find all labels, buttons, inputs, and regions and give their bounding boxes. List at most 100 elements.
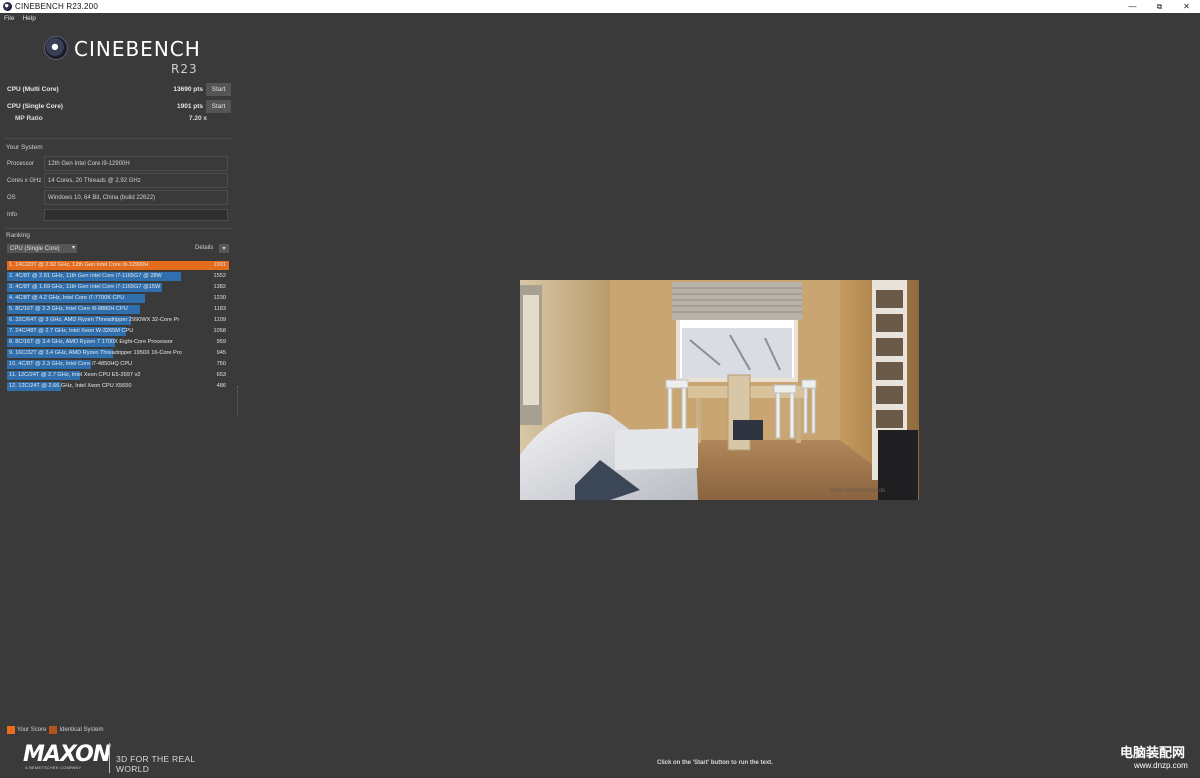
ranking-row[interactable]: 2. 4C/8T @ 2.81 GHz, 11th Gen Intel Core…: [7, 271, 229, 282]
multi-core-label: CPU (Multi Core): [7, 85, 59, 93]
site-watermark-cn: 电脑装配网: [1120, 746, 1186, 761]
system-value: Windows 10, 64 Bit, China (build 22622): [44, 190, 228, 205]
logo-version: R23: [171, 62, 198, 76]
system-key: Info: [7, 211, 18, 218]
minimize-button[interactable]: —: [1119, 0, 1146, 13]
menu-bar: File Help: [0, 13, 1200, 24]
ranking-label: 10. 4C/8T @ 2.3 GHz, Intel Core i7-4850H…: [9, 361, 133, 367]
render-scene: www.renderbaron.de: [520, 280, 919, 500]
cinebench-app-icon: [3, 2, 12, 11]
ranking-list: 1. 14C/20T @ 2.92 GHz, 12th Gen Intel Co…: [7, 260, 229, 392]
left-panel: CINEBENCH R23 CPU (Multi Core) 13690 pts…: [4, 26, 234, 776]
maxon-tagline: 3D FOR THE REAL WORLD: [116, 754, 196, 774]
chevron-down-icon: ▾: [222, 246, 226, 252]
ranking-row[interactable]: 3. 4C/8T @ 1.69 GHz, 11th Gen Intel Core…: [7, 282, 229, 293]
system-row-info: Info: [4, 207, 228, 222]
mp-ratio-value: 7.20 x: [188, 115, 207, 122]
ranking-row[interactable]: 10. 4C/8T @ 2.3 GHz, Intel Core i7-4850H…: [7, 359, 229, 370]
ranking-score: 1552: [213, 273, 226, 279]
title-bar: CINEBENCH R23.200 — ⧉ ✕: [0, 0, 1200, 13]
ranking-label: 4. 4C/8T @ 4.2 GHz, Intel Core i7-7700K …: [9, 295, 125, 301]
ranking-score: 750: [216, 361, 226, 367]
window-title: CINEBENCH R23.200: [15, 2, 98, 11]
cinebench-logo: CINEBENCH R23: [44, 33, 204, 76]
ranking-label: 11. 12C/24T @ 2.7 GHz, Intel Xeon CPU E5…: [9, 372, 141, 378]
system-value: 12th Gen Intel Core i9-12900H: [44, 156, 228, 171]
ranking-label: 2. 4C/8T @ 2.81 GHz, 11th Gen Intel Core…: [9, 273, 162, 279]
ranking-score: 959: [216, 339, 226, 345]
legend-identical-system: Identical System: [59, 727, 104, 733]
ranking-row[interactable]: 4. 4C/8T @ 4.2 GHz, Intel Core i7-7700K …: [7, 293, 229, 304]
ranking-row[interactable]: 12. 12C/24T @ 2.66 GHz, Intel Xeon CPU X…: [7, 381, 229, 392]
ranking-title: Ranking: [6, 232, 30, 239]
single-core-start-button[interactable]: Start: [206, 99, 231, 113]
render-preview-image: www.renderbaron.de: [520, 280, 919, 500]
ranking-row[interactable]: 11. 12C/24T @ 2.7 GHz, Intel Xeon CPU E5…: [7, 370, 229, 381]
divider: [4, 138, 232, 139]
info-input[interactable]: [44, 208, 228, 221]
logo-separator: [109, 743, 110, 773]
ranking-score: 1058: [213, 328, 226, 334]
maxon-logo: MAXON A NEMETSCHEK COMPANY 3D FOR THE RE…: [23, 740, 223, 774]
system-row-processor: Processor 12th Gen Intel Core i9-12900H: [4, 156, 228, 171]
ranking-score: 1230: [213, 295, 226, 301]
window-controls: — ⧉ ✕: [1119, 0, 1200, 13]
multi-core-score: 13690 pts: [173, 85, 203, 93]
site-watermark: 电脑装配网 www.dnzp.com: [1120, 742, 1198, 770]
multi-core-row: CPU (Multi Core) 13690 pts Start: [7, 82, 231, 96]
ranking-row[interactable]: 6. 32C/64T @ 3 GHz, AMD Ryzen Threadripp…: [7, 315, 229, 326]
ranking-label: 5. 8C/16T @ 2.3 GHz, Intel Core i9-9880H…: [9, 306, 128, 312]
site-watermark-url: www.dnzp.com: [1134, 761, 1188, 770]
maximize-button[interactable]: ⧉: [1146, 0, 1173, 13]
single-core-score: 1901 pts: [176, 102, 203, 110]
ranking-row[interactable]: 8. 8C/16T @ 3.4 GHz, AMD Ryzen 7 1700X E…: [7, 337, 229, 348]
system-key: Cores x GHz: [7, 177, 42, 184]
menu-help[interactable]: Help: [22, 15, 35, 22]
details-dropdown-button[interactable]: ▾: [219, 244, 229, 253]
ranking-label: 1. 14C/20T @ 2.92 GHz, 12th Gen Intel Co…: [9, 262, 149, 268]
render-watermark: www.renderbaron.de: [829, 488, 886, 494]
ranking-score: 1901: [213, 262, 226, 268]
ranking-label: 9. 16C/32T @ 3.4 GHz, AMD Ryzen Threadri…: [9, 350, 182, 356]
ranking-score: 1109: [213, 317, 226, 323]
single-core-label: CPU (Single Core): [7, 102, 63, 110]
ranking-row[interactable]: 7. 24C/48T @ 2.7 GHz, Intel Xeon W-3265M…: [7, 326, 229, 337]
panel-resize-handle[interactable]: [237, 386, 239, 416]
status-message: Click on the 'Start' button to run the t…: [657, 760, 773, 766]
identical-system-swatch: [49, 726, 58, 734]
details-label: Details: [195, 245, 214, 251]
system-key: Processor: [7, 160, 35, 167]
ranking-score: 1183: [213, 306, 226, 312]
your-system-title: Your System: [6, 144, 43, 151]
ranking-score: 945: [216, 350, 226, 356]
system-row-cores: Cores x GHz 14 Cores, 20 Threads @ 2.92 …: [4, 173, 228, 188]
legend-your-score: Your Score: [17, 727, 47, 733]
system-row-os: OS Windows 10, 64 Bit, China (build 2262…: [4, 190, 228, 205]
ranking-score: 486: [216, 383, 226, 389]
mp-ratio-row: MP Ratio 7.20 x: [15, 115, 207, 122]
ranking-test-selected: CPU (Single Core): [10, 245, 60, 252]
ranking-row[interactable]: 5. 8C/16T @ 2.3 GHz, Intel Core i9-9880H…: [7, 304, 229, 315]
ranking-test-dropdown[interactable]: CPU (Single Core) ▾: [7, 244, 77, 253]
ranking-label: 8. 8C/16T @ 3.4 GHz, AMD Ryzen 7 1700X E…: [9, 339, 173, 345]
maxon-brand: MAXON: [23, 742, 111, 767]
ranking-label: 6. 32C/64T @ 3 GHz, AMD Ryzen Threadripp…: [9, 317, 180, 323]
divider: [4, 228, 232, 229]
single-core-row: CPU (Single Core) 1901 pts Start: [7, 99, 231, 113]
system-value: 14 Cores, 20 Threads @ 2.92 GHz: [44, 173, 228, 188]
legend: Your Score Identical System: [7, 726, 104, 734]
your-score-swatch: [7, 726, 15, 734]
maxon-sub: A NEMETSCHEK COMPANY: [25, 765, 82, 770]
ranking-row[interactable]: 1. 14C/20T @ 2.92 GHz, 12th Gen Intel Co…: [7, 260, 229, 271]
ranking-label: 12. 12C/24T @ 2.66 GHz, Intel Xeon CPU X…: [9, 383, 132, 389]
cinebench-orb-icon: [44, 36, 68, 60]
multi-core-start-button[interactable]: Start: [206, 82, 231, 96]
ranking-label: 3. 4C/8T @ 1.69 GHz, 11th Gen Intel Core…: [9, 284, 161, 290]
system-key: OS: [7, 194, 16, 201]
ranking-score: 653: [216, 372, 226, 378]
ranking-score: 1382: [213, 284, 226, 290]
close-button[interactable]: ✕: [1173, 0, 1200, 13]
ranking-label: 7. 24C/48T @ 2.7 GHz, Intel Xeon W-3265M…: [9, 328, 134, 334]
menu-file[interactable]: File: [4, 15, 14, 22]
ranking-row[interactable]: 9. 16C/32T @ 3.4 GHz, AMD Ryzen Threadri…: [7, 348, 229, 359]
